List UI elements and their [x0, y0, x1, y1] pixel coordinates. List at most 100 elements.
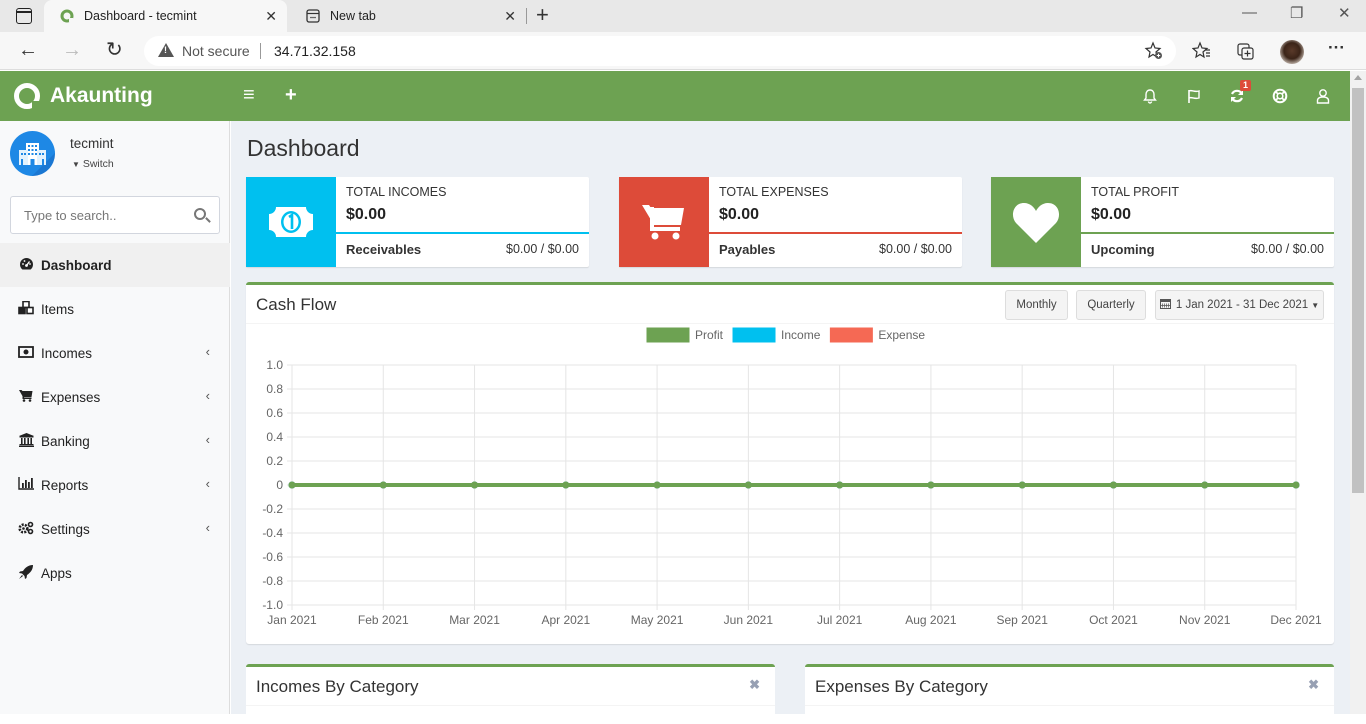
close-tab-icon[interactable]: ✕ [504, 8, 516, 25]
menu-toggle-icon[interactable]: ≡ [243, 83, 255, 107]
chevron-left-icon: ‹ [205, 388, 210, 403]
notification-badge: 1 [1240, 80, 1252, 91]
browser-tab-new[interactable]: New tab ✕ [290, 0, 526, 32]
favorites-icon[interactable] [1191, 41, 1212, 66]
sidebar: tecmint ▼ Switch Dashboard Items Incomes… [0, 121, 230, 714]
total-incomes-box[interactable]: TOTAL INCOMES $0.00 Receivables $0.00 / … [246, 177, 589, 267]
data-point-profit [471, 481, 479, 489]
search-icon[interactable] [194, 208, 206, 220]
back-button[interactable]: ← [18, 39, 38, 61]
reload-button[interactable]: ↻ [106, 39, 123, 61]
y-tick-label: 0.4 [266, 430, 283, 444]
app-header: Akaunting ≡ + 1 [0, 71, 1350, 121]
forward-button[interactable]: → [62, 39, 82, 61]
akaunting-logo-icon [14, 83, 41, 110]
sidebar-item-expenses[interactable]: Expenses ‹ [0, 375, 230, 419]
security-status[interactable]: Not secure [182, 43, 250, 59]
legend-swatch-income [732, 327, 776, 343]
data-point-profit [1109, 481, 1117, 489]
sidebar-item-dashboard[interactable]: Dashboard [0, 243, 230, 287]
company-name: tecmint [70, 136, 114, 151]
info-sub-label: Upcoming [1091, 242, 1155, 257]
date-range-text: 1 Jan 2021 - 31 Dec 2021 [1175, 299, 1309, 311]
tab-actions-icon[interactable] [16, 8, 32, 24]
add-favorite-icon[interactable] [1144, 41, 1164, 66]
legend-label-income: Income [781, 328, 821, 342]
sidebar-item-reports[interactable]: Reports ‹ [0, 463, 230, 507]
logo[interactable]: Akaunting [0, 71, 230, 121]
sidebar-item-banking[interactable]: Banking ‹ [0, 419, 230, 463]
date-range-picker[interactable]: 1 Jan 2021 - 31 Dec 2021 ▼ [1155, 290, 1324, 320]
browser-tab-dashboard[interactable]: Dashboard - tecmint ✕ [44, 0, 287, 32]
minimize-button[interactable]: — [1242, 4, 1257, 21]
scrollbar-thumb[interactable] [1352, 88, 1364, 493]
profile-avatar[interactable] [1280, 40, 1304, 64]
y-tick-label: -0.4 [262, 526, 283, 540]
legend-swatch-profit [646, 327, 690, 343]
sidebar-item-items[interactable]: Items [0, 287, 230, 331]
chevron-left-icon: ‹ [205, 432, 210, 447]
quick-add-icon[interactable]: + [285, 83, 297, 107]
data-point-profit [1018, 481, 1026, 489]
y-tick-label: 0.8 [266, 382, 283, 396]
chevron-left-icon: ‹ [205, 476, 210, 491]
x-tick-label: Aug 2021 [905, 613, 957, 627]
brand-name: Akaunting [50, 84, 153, 107]
heart-icon [991, 177, 1081, 267]
x-tick-label: Nov 2021 [1179, 613, 1231, 627]
total-profit-box[interactable]: TOTAL PROFIT $0.00 Upcoming $0.00 / $0.0… [991, 177, 1334, 267]
settings-more-icon[interactable]: ··· [1328, 38, 1345, 58]
scroll-up-arrow-icon[interactable] [1354, 75, 1362, 80]
x-tick-label: Apr 2021 [541, 613, 590, 627]
page-scrollbar[interactable] [1350, 71, 1366, 714]
divider [805, 705, 1334, 706]
new-tab-button[interactable]: + [536, 4, 549, 26]
shopping-cart-icon [18, 389, 34, 405]
total-expenses-box[interactable]: TOTAL EXPENSES $0.00 Payables $0.00 / $0… [619, 177, 962, 267]
collections-icon[interactable] [1236, 41, 1256, 66]
flag-icon[interactable] [1184, 86, 1204, 106]
url-text[interactable]: 34.71.32.158 [274, 43, 356, 59]
address-bar[interactable]: Not secure 34.71.32.158 [144, 36, 1176, 66]
quarterly-button[interactable]: Quarterly [1076, 290, 1146, 320]
x-tick-label: Dec 2021 [1270, 613, 1322, 627]
x-tick-label: Oct 2021 [1089, 613, 1138, 627]
user-icon[interactable] [1313, 86, 1333, 106]
y-tick-label: 0.2 [266, 454, 283, 468]
sidebar-item-settings[interactable]: Settings ‹ [0, 507, 230, 551]
restore-button[interactable]: ❐ [1290, 4, 1303, 22]
switch-company-link[interactable]: ▼ Switch [72, 158, 114, 170]
close-icon[interactable]: ✖ [1308, 677, 1319, 693]
menu-label: Reports [41, 477, 89, 493]
y-tick-label: 1.0 [266, 358, 283, 372]
x-tick-label: Jun 2021 [724, 613, 774, 627]
search-input[interactable] [11, 197, 181, 233]
sidebar-item-apps[interactable]: Apps [0, 551, 230, 595]
akaunting-favicon-icon [60, 9, 74, 23]
progress-bar [1081, 232, 1334, 234]
sidebar-item-incomes[interactable]: Incomes ‹ [0, 331, 230, 375]
browser-tab-bar: Dashboard - tecmint ✕ New tab ✕ + — ❐ ✕ [0, 0, 1366, 32]
y-tick-label: 0 [276, 478, 283, 492]
widget-title: Incomes By Category [256, 677, 419, 696]
divider [246, 323, 1334, 324]
close-icon[interactable]: ✖ [749, 677, 760, 693]
monthly-button[interactable]: Monthly [1005, 290, 1068, 320]
menu-label: Items [41, 301, 75, 317]
caret-down-icon: ▼ [1311, 300, 1320, 310]
chevron-left-icon: ‹ [205, 344, 210, 359]
calendar-icon [1159, 298, 1171, 312]
company-building-icon [10, 131, 55, 176]
tab-title: Dashboard - tecmint [84, 9, 197, 23]
cash-flow-chart: Profit Income Expense 1.0 0.8 0.6 0.4 0.2 0 -0.2 -… [262, 327, 1322, 627]
money-icon [18, 345, 34, 361]
bell-icon[interactable] [1140, 86, 1160, 106]
support-icon[interactable] [1270, 86, 1290, 106]
close-tab-icon[interactable]: ✕ [265, 8, 277, 25]
info-value: $0.00 [719, 206, 760, 223]
close-window-button[interactable]: ✕ [1338, 4, 1351, 22]
data-point-profit [562, 481, 570, 489]
legend-label-expense: Expense [878, 328, 925, 342]
switch-label: Switch [82, 158, 114, 170]
menu-label: Incomes [41, 345, 93, 361]
